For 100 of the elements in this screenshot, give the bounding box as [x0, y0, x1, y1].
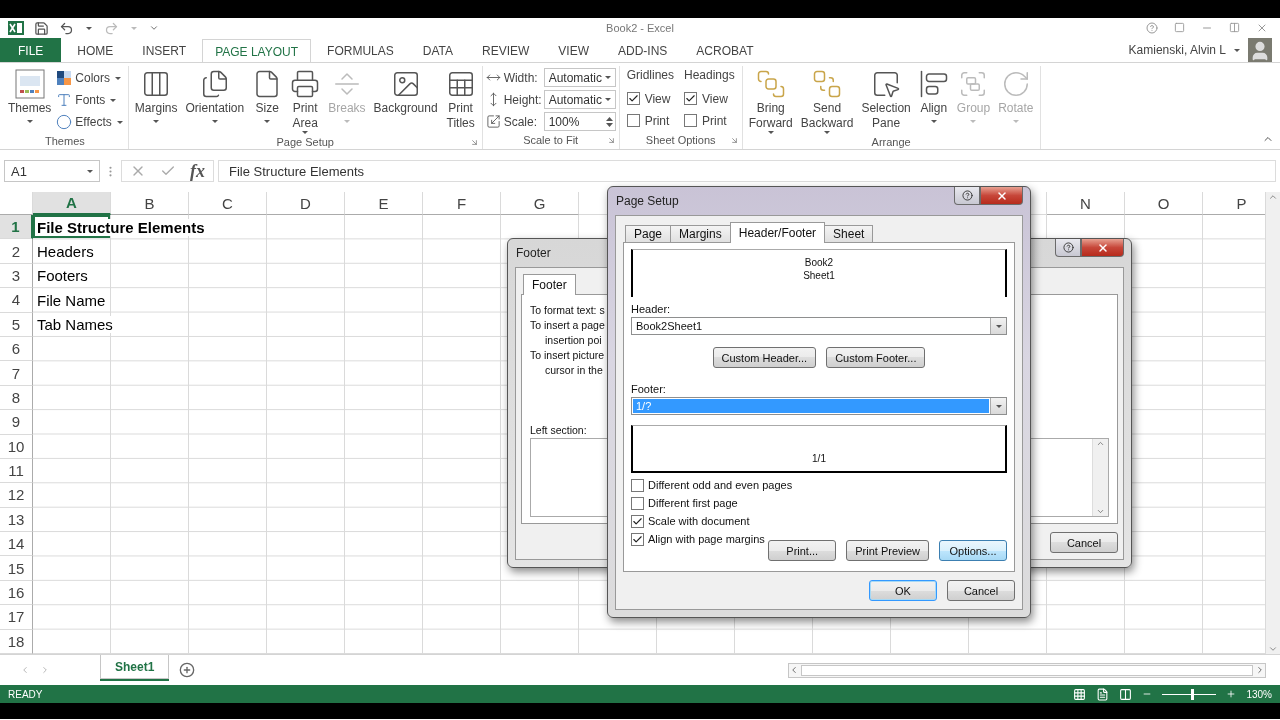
ribbon-tab[interactable]: PAGE LAYOUT: [202, 39, 312, 63]
insert-function-button[interactable]: fx: [190, 160, 205, 182]
scale-dropdown[interactable]: Automatic: [543, 90, 616, 109]
ribbon-tab[interactable]: HOME: [64, 38, 127, 62]
row-header[interactable]: 6: [0, 336, 33, 362]
right-section-field[interactable]: [1029, 438, 1109, 517]
dialog-button[interactable]: OK: [869, 580, 937, 601]
ribbon-display-icon[interactable]: [1174, 22, 1185, 33]
row-header[interactable]: 10: [0, 434, 33, 459]
ribbon-button[interactable]: Themes: [5, 66, 55, 124]
scroll-down-icon[interactable]: [1096, 507, 1105, 516]
dialog-launcher-icon[interactable]: [606, 135, 616, 145]
column-header[interactable]: A: [33, 192, 111, 215]
ribbon-button[interactable]: Fonts: [56, 90, 125, 110]
spreadsheet-logo-icon[interactable]: [8, 20, 24, 36]
customize-icon[interactable]: [149, 23, 159, 33]
name-box[interactable]: A1: [4, 160, 100, 182]
row-header[interactable]: 7: [0, 361, 33, 386]
page-break-view-icon[interactable]: [1119, 687, 1133, 701]
checkbox[interactable]: [684, 92, 697, 105]
ribbon-button[interactable]: Background: [370, 66, 441, 117]
ribbon-tab[interactable]: DATA: [409, 38, 466, 62]
ribbon-button[interactable]: Effects: [56, 112, 125, 132]
dialog-button[interactable]: Print...: [768, 540, 837, 561]
close-button[interactable]: [1081, 239, 1124, 257]
checkbox[interactable]: [626, 114, 640, 127]
ribbon-tab[interactable]: ADD-INS: [605, 38, 681, 62]
ribbon-button[interactable]: Colors: [56, 68, 125, 88]
checkbox[interactable]: [626, 92, 640, 105]
slider-thumb[interactable]: [1191, 688, 1195, 700]
ribbon-button[interactable]: Selection Pane: [858, 66, 914, 132]
row-header[interactable]: 3: [0, 263, 33, 289]
dialog-tab[interactable]: Margins: [670, 225, 731, 242]
caret-icon[interactable]: [1234, 48, 1240, 52]
dropdown-arrow-button[interactable]: [990, 398, 1006, 414]
scroll-up-icon[interactable]: [1268, 192, 1278, 202]
dialog-button[interactable]: Print Preview: [846, 540, 929, 561]
row-header[interactable]: 12: [0, 483, 33, 508]
dialog-button[interactable]: Options...: [939, 540, 1007, 561]
add-sheet-icon[interactable]: [179, 662, 196, 678]
checkbox[interactable]: [631, 478, 644, 492]
help-icon[interactable]: [1146, 22, 1158, 34]
ribbon-button[interactable]: Size: [249, 66, 286, 124]
dialog-launcher-icon[interactable]: [469, 137, 479, 147]
row-header[interactable]: 4: [0, 288, 33, 313]
ribbon-tab[interactable]: FORMULAS: [314, 38, 407, 62]
close-button[interactable]: [980, 187, 1023, 205]
dialog-button[interactable]: Cancel: [1050, 532, 1118, 553]
row-header[interactable]: 1: [0, 215, 33, 240]
redo-icon[interactable]: [104, 20, 119, 36]
dialog-tab[interactable]: Footer: [523, 274, 576, 295]
scale-spinbox[interactable]: 100%: [543, 112, 616, 131]
row-header[interactable]: 8: [0, 385, 33, 411]
ribbon-button[interactable]: Print Titles: [442, 66, 479, 132]
ribbon-button[interactable]: Print Area: [287, 66, 324, 135]
ribbon-tab[interactable]: REVIEW: [469, 38, 543, 62]
scroll-down-icon[interactable]: [1268, 644, 1278, 654]
help-button[interactable]: [1055, 239, 1081, 257]
page-layout-view-icon[interactable]: [1096, 687, 1110, 701]
row-header[interactable]: 9: [0, 410, 33, 435]
checkbox[interactable]: [631, 514, 644, 528]
formula-input[interactable]: File Structure Elements: [218, 160, 1276, 182]
dialog-button[interactable]: Cancel: [947, 580, 1015, 601]
ribbon-tab[interactable]: ACROBAT: [683, 38, 767, 62]
checkbox[interactable]: [631, 496, 644, 510]
save-icon[interactable]: [34, 20, 49, 36]
ribbon-button[interactable]: Margins: [131, 66, 181, 124]
user-name[interactable]: Kamienski, Alvin L: [1128, 43, 1226, 57]
restore-icon[interactable]: [1229, 22, 1240, 33]
header-dropdown[interactable]: Book2Sheet1: [631, 317, 1007, 335]
ribbon-tab[interactable]: FILE: [0, 38, 62, 62]
scrollbar[interactable]: [1092, 439, 1108, 516]
checkbox[interactable]: [631, 532, 644, 546]
zoom-in-icon[interactable]: [1226, 689, 1237, 699]
row-header[interactable]: 2: [0, 239, 33, 264]
row-header[interactable]: 15: [0, 556, 33, 581]
horizontal-scrollbar[interactable]: [788, 662, 1266, 678]
dialog-tab[interactable]: Page: [625, 225, 672, 242]
ribbon-tab[interactable]: INSERT: [129, 38, 200, 62]
vertical-scrollbar[interactable]: [1265, 192, 1280, 654]
row-header[interactable]: 14: [0, 532, 33, 557]
close-icon[interactable]: [1256, 22, 1268, 34]
sheet-tab[interactable]: Sheet1: [100, 655, 170, 679]
normal-view-icon[interactable]: [1073, 687, 1087, 701]
caret-icon[interactable]: [86, 26, 92, 30]
dialog-launcher-icon[interactable]: [729, 135, 739, 145]
dropdown-arrow-button[interactable]: [990, 318, 1006, 334]
row-header[interactable]: 11: [0, 458, 33, 484]
previous-sheet-icon[interactable]: [20, 665, 30, 675]
scale-dropdown[interactable]: Automatic: [543, 68, 616, 87]
dialog-button[interactable]: Custom Footer...: [826, 347, 926, 368]
scroll-left-icon[interactable]: [789, 665, 799, 675]
scroll-thumb[interactable]: [801, 664, 1253, 676]
dialog-tab[interactable]: Header/Footer: [729, 222, 826, 243]
row-header[interactable]: 17: [0, 605, 33, 630]
ribbon-button[interactable]: Bring Forward: [745, 66, 796, 135]
ribbon-button[interactable]: Orientation: [182, 66, 248, 124]
dialog-tab[interactable]: Sheet: [824, 225, 874, 242]
ribbon-button[interactable]: Align: [915, 66, 952, 124]
dialog-button[interactable]: Custom Header...: [712, 347, 817, 368]
